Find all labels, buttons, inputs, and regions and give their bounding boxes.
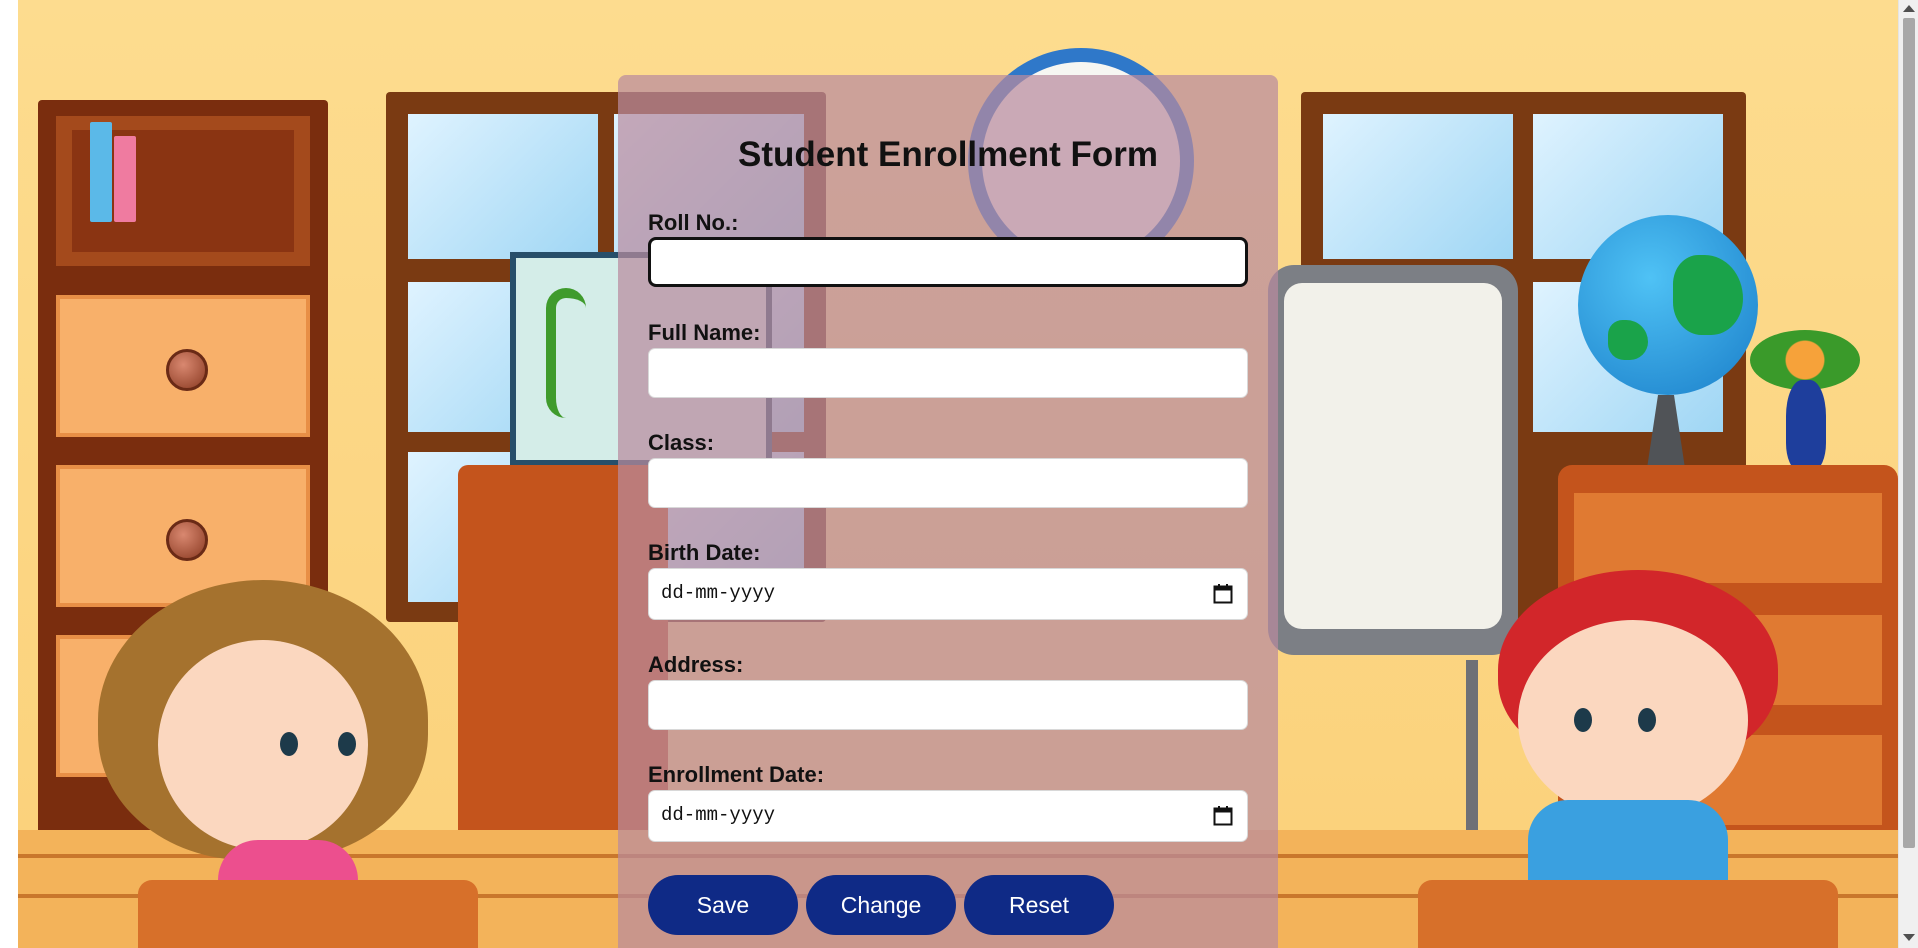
- enrollment-date-input[interactable]: dd-mm-yyyy: [648, 790, 1248, 842]
- address-input[interactable]: [648, 680, 1248, 730]
- address-label: Address:: [648, 652, 744, 677]
- change-button[interactable]: Change: [806, 875, 956, 935]
- form-title: Student Enrollment Form: [738, 135, 1158, 174]
- birth-date-input[interactable]: dd-mm-yyyy: [648, 568, 1248, 620]
- full-name-label: Full Name:: [648, 320, 761, 345]
- scroll-up-arrow-icon[interactable]: [1903, 5, 1915, 12]
- save-button[interactable]: Save: [648, 875, 798, 935]
- enrollment-form-panel: Student Enrollment Form Roll No.: Full N…: [618, 75, 1278, 948]
- birth-date-label: Birth Date:: [648, 540, 761, 565]
- full-name-input[interactable]: [648, 348, 1248, 398]
- scroll-down-arrow-icon[interactable]: [1903, 934, 1915, 941]
- class-input[interactable]: [648, 458, 1248, 508]
- vase: [1786, 380, 1826, 470]
- enrollment-date-label: Enrollment Date:: [648, 762, 825, 787]
- vertical-scrollbar[interactable]: [1898, 0, 1918, 948]
- birth-date-placeholder: dd-mm-yyyy: [661, 582, 776, 604]
- desk-right: [1418, 880, 1838, 948]
- roll-no-label: Roll No.:: [648, 210, 739, 235]
- scrollbar-thumb[interactable]: [1903, 18, 1915, 848]
- globe: [1578, 215, 1758, 395]
- reset-button[interactable]: Reset: [964, 875, 1114, 935]
- whiteboard: [1268, 265, 1518, 655]
- class-label: Class:: [648, 430, 715, 455]
- calendar-icon[interactable]: [1213, 805, 1233, 827]
- roll-no-input[interactable]: [648, 237, 1248, 287]
- enrollment-date-placeholder: dd-mm-yyyy: [661, 804, 776, 826]
- desk-left: [138, 880, 478, 948]
- calendar-icon[interactable]: [1213, 583, 1233, 605]
